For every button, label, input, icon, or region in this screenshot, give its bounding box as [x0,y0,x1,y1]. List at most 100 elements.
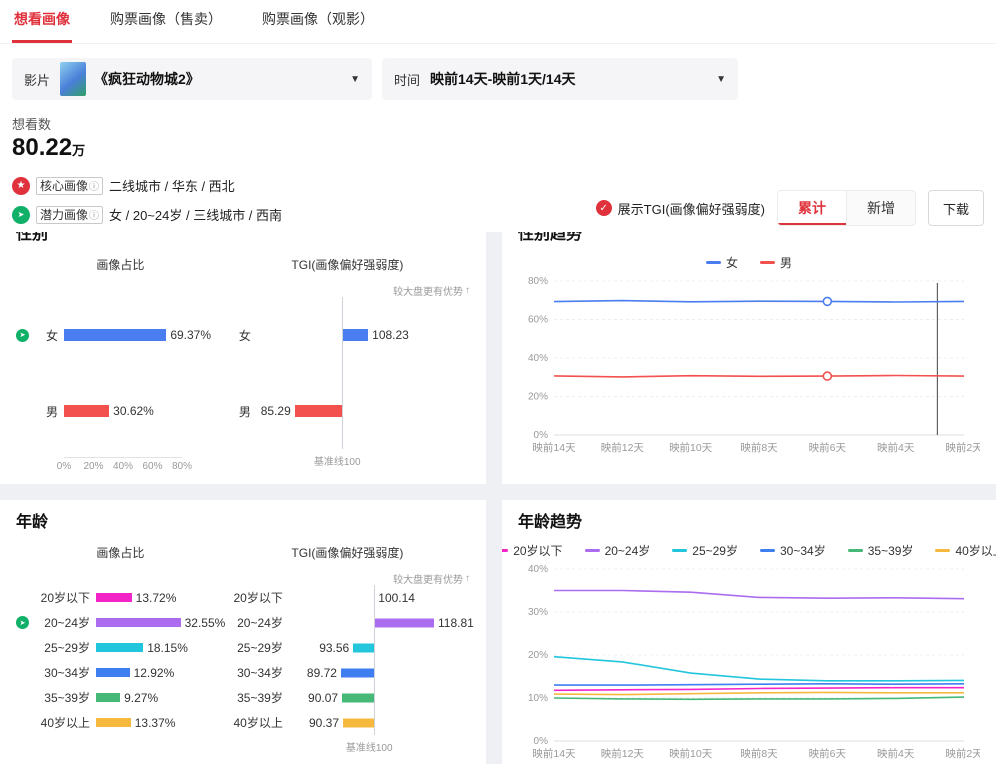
want-count-label: 想看数 [12,114,984,133]
bar-row: ➤20~24岁32.55% [16,610,225,635]
legend-dash-icon [760,549,775,552]
core-profile-tag-label: 核心画像 [40,177,88,194]
age-share-chart: 20岁以下13.72%➤20~24岁32.55%25~29岁18.15%30~3… [16,571,225,735]
value-label: 90.07 [308,691,338,705]
bar-track: 13.72% [96,591,200,605]
header: 想看画像 购票画像（售卖） 购票画像（观影） 影片 《疯狂动物城2》 ▼ 时间 … [0,0,996,232]
profile-tags: ★ 核心画像ⓘ 二线城市 / 华东 / 西北 ➤ 潜力画像ⓘ 女 / 20~24… [12,171,282,229]
value-label: 89.72 [307,666,337,680]
legend-label: 30~34岁 [780,542,826,559]
tab-want-to-see[interactable]: 想看画像 [12,0,72,43]
x-tick-label: 映前10天 [669,747,713,760]
legend-item[interactable]: 男 [760,254,792,271]
legend-item[interactable]: 25~29岁 [672,542,738,559]
tgi-row: 20~24岁118.81 [225,610,470,635]
y-tick-label: 80% [528,276,548,287]
category-label: 20~24岁 [32,614,90,631]
chevron-down-icon: ▼ [350,74,360,85]
bar [64,329,166,341]
legend-item[interactable]: 女 [706,254,738,271]
legend-item[interactable]: 35~39岁 [848,542,914,559]
advantage-annotation-text: 较大盘更有优势 [393,571,463,586]
filter-bar: 影片 《疯狂动物城2》 ▼ 时间 映前14天-映前1天/14天 ▼ [12,58,984,100]
panel-age-trend: 年龄趋势 20岁以下20~24岁25~29岁30~34岁35~39岁40岁以上 … [502,500,996,764]
y-tick-label: 40% [528,353,548,364]
x-tick-label: 映前12天 [601,747,645,760]
series-marker-女 [823,297,831,305]
bar-track: 12.92% [96,666,200,680]
time-range-select[interactable]: 时间 映前14天-映前1天/14天 ▼ [382,58,738,100]
x-tick-label: 映前4天 [877,441,915,454]
gender-tgi-title: TGI(画像偏好强弱度) [225,256,470,273]
content: 性别 画像占比 ➤女69.37%男30.62%0%20%40%60%80% TG… [0,212,996,764]
want-count-number: 80.22 [12,134,72,161]
legend-item[interactable]: 20岁以下 [502,542,563,559]
bar-row: 30~34岁12.92% [16,660,225,685]
movie-select[interactable]: 影片 《疯狂动物城2》 ▼ [12,58,372,100]
potential-profile-tag[interactable]: 潜力画像ⓘ [36,206,103,224]
tgi-row: 30~34岁89.72 [225,660,470,685]
legend-dash-icon [585,549,600,552]
star-icon: ★ [12,177,30,195]
bar-row: 20岁以下13.72% [16,585,225,610]
age-tgi-title: TGI(画像偏好强弱度) [225,544,470,561]
advantage-annotation: 较大盘更有优势↑ [225,283,470,297]
y-tick-label: 40% [528,564,548,575]
bar [295,405,342,417]
tgi-rows: 20岁以下100.1420~24岁118.8125~29岁93.5630~34岁… [225,585,470,735]
value-label: 118.81 [438,616,474,630]
axis-tick-label: 40% [113,461,133,472]
panel-age: 年龄 画像占比 20岁以下13.72%➤20~24岁32.55%25~29岁18… [0,500,486,764]
download-button[interactable]: 下载 [928,190,984,226]
panel-age-trend-title: 年龄趋势 [518,512,980,534]
x-tick-label: 映前6天 [809,747,847,760]
bar [96,668,130,677]
category-label: 女 [32,327,58,344]
age-tgi-chart: 较大盘更有优势↑20岁以下100.1420~24岁118.8125~29岁93.… [225,571,470,754]
baseline-line [374,585,375,735]
bar-track: 18.15% [96,641,200,655]
value-label: 9.27% [124,691,158,705]
baseline-label: 基准线100 [314,453,470,468]
y-tick-label: 0% [534,430,549,441]
panel-gender: 性别 画像占比 ➤女69.37%男30.62%0%20%40%60%80% TG… [0,212,486,484]
bar-track: 69.37% [64,328,182,342]
x-tick-label: 映前12天 [601,441,645,454]
age-trend-chart: 0%10%20%30%40%映前14天映前12天映前10天映前8天映前6天映前4… [518,561,980,764]
tab-ticket-profile-watch[interactable]: 购票画像（观影） [260,0,376,43]
arrow-icon: ➤ [12,206,30,224]
tgi-row: 25~29岁93.56 [225,635,470,660]
legend-label: 40岁以上 [955,542,996,559]
age-tgi-section: TGI(画像偏好强弱度) 较大盘更有优势↑20岁以下100.1420~24岁11… [225,544,470,754]
up-arrow-icon: ↑ [465,285,470,296]
y-tick-label: 0% [534,736,549,747]
toggle-new[interactable]: 新增 [846,191,915,225]
gender-share-chart: ➤女69.37%男30.62%0%20%40%60%80% [16,283,225,473]
legend-item[interactable]: 30~34岁 [760,542,826,559]
tab-ticket-profile-sale[interactable]: 购票画像（售卖） [108,0,224,43]
trend-svg: 0%10%20%30%40%映前14天映前12天映前10天映前8天映前6天映前4… [518,561,980,764]
age-share-title: 画像占比 [16,544,225,561]
legend-item[interactable]: 20~24岁 [585,542,651,559]
chevron-down-icon: ▼ [716,74,726,85]
potential-profile-tag-label: 潜力画像 [40,206,88,223]
toggle-cumulative[interactable]: 累计 [778,191,846,225]
gender-share-title: 画像占比 [16,256,225,273]
value-label: 32.55% [185,616,226,630]
spacer [16,571,225,585]
series-line-20~24岁 [554,591,964,599]
time-select-value: 映前14天-映前1天/14天 [430,69,575,89]
legend-dash-icon [760,261,775,264]
advantage-annotation-text: 较大盘更有优势 [393,283,463,298]
core-profile-tag[interactable]: 核心画像ⓘ [36,177,103,195]
legend-item[interactable]: 40岁以上 [935,542,996,559]
series-line-40岁以上 [554,692,964,694]
category-label: 20岁以下 [225,589,283,606]
y-tick-label: 60% [528,315,548,326]
value-label: 69.37% [170,328,211,342]
gender-charts: 画像占比 ➤女69.37%男30.62%0%20%40%60%80% TGI(画… [16,256,470,473]
time-select-label: 时间 [394,70,420,89]
bar [374,618,434,627]
tgi-toggle[interactable]: ✓ 展示TGI(画像偏好强弱度) [596,199,765,218]
value-label: 30.62% [113,404,154,418]
